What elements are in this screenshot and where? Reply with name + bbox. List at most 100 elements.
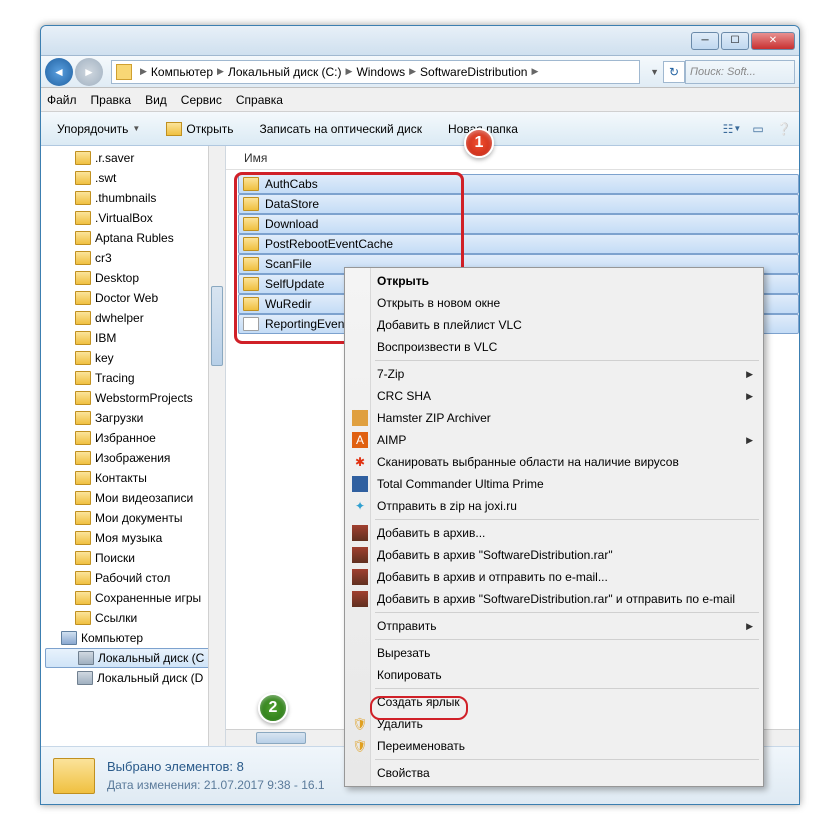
tree-item[interactable]: cr3 bbox=[45, 248, 225, 268]
ctx-open[interactable]: Открыть bbox=[347, 270, 761, 292]
folder-icon bbox=[75, 151, 91, 165]
tree-item[interactable]: Избранное bbox=[45, 428, 225, 448]
tree-item[interactable]: Aptana Rubles bbox=[45, 228, 225, 248]
tree-item-label: Рабочий стол bbox=[95, 571, 170, 585]
preview-pane-button[interactable]: ▭ bbox=[749, 120, 767, 138]
tree-item[interactable]: Мои видеозаписи bbox=[45, 488, 225, 508]
ctx-crc-sha[interactable]: CRC SHA▶ bbox=[347, 385, 761, 407]
winrar-icon bbox=[352, 591, 368, 607]
tree-item[interactable]: .r.saver bbox=[45, 148, 225, 168]
ctx-7zip[interactable]: 7-Zip▶ bbox=[347, 363, 761, 385]
tree-item[interactable]: .VirtualBox bbox=[45, 208, 225, 228]
breadcrumb-sep[interactable]: ▶ bbox=[136, 66, 151, 77]
addr-dropdown[interactable]: ▼ bbox=[650, 67, 659, 77]
tree-item[interactable]: .thumbnails bbox=[45, 188, 225, 208]
menu-tools[interactable]: Сервис bbox=[181, 93, 222, 107]
scrollbar-vertical[interactable] bbox=[208, 146, 225, 746]
tree-computer[interactable]: Компьютер bbox=[45, 628, 225, 648]
tree-item[interactable]: WebstormProjects bbox=[45, 388, 225, 408]
menu-edit[interactable]: Правка bbox=[91, 93, 132, 107]
minimize-button[interactable]: ─ bbox=[691, 32, 719, 50]
annotation-badge-1: 1 bbox=[464, 128, 494, 158]
back-button[interactable]: ◄ bbox=[45, 58, 73, 86]
folder-icon bbox=[243, 237, 259, 251]
ctx-total-commander[interactable]: Total Commander Ultima Prime bbox=[347, 473, 761, 495]
tree-item[interactable]: Рабочий стол bbox=[45, 568, 225, 588]
breadcrumb-windows[interactable]: Windows▶ bbox=[356, 65, 420, 79]
organize-button[interactable]: Упорядочить▼ bbox=[47, 119, 150, 139]
tree-item[interactable]: key bbox=[45, 348, 225, 368]
ctx-vlc-playlist[interactable]: Добавить в плейлист VLC bbox=[347, 314, 761, 336]
tree-item[interactable]: Мои документы bbox=[45, 508, 225, 528]
menu-file[interactable]: Файл bbox=[47, 93, 77, 107]
scroll-thumb[interactable] bbox=[256, 732, 306, 744]
tree-item[interactable]: Контакты bbox=[45, 468, 225, 488]
scroll-thumb[interactable] bbox=[211, 286, 223, 366]
ctx-rename[interactable]: 🛡Переименовать bbox=[347, 735, 761, 757]
tree-item[interactable]: Поиски bbox=[45, 548, 225, 568]
maximize-button[interactable]: ☐ bbox=[721, 32, 749, 50]
search-input[interactable]: Поиск: Soft... bbox=[685, 60, 795, 84]
close-button[interactable]: ✕ bbox=[751, 32, 795, 50]
menu-view[interactable]: Вид bbox=[145, 93, 167, 107]
breadcrumb-computer[interactable]: Компьютер▶ bbox=[151, 65, 228, 79]
tree-item[interactable]: dwhelper bbox=[45, 308, 225, 328]
titlebar: ─ ☐ ✕ bbox=[41, 26, 799, 56]
tree-item[interactable]: Изображения bbox=[45, 448, 225, 468]
ctx-rar-email-named[interactable]: Добавить в архив "SoftwareDistribution.r… bbox=[347, 588, 761, 610]
tree-item[interactable]: Doctor Web bbox=[45, 288, 225, 308]
folder-icon bbox=[75, 531, 91, 545]
ctx-rar-email[interactable]: Добавить в архив и отправить по e-mail..… bbox=[347, 566, 761, 588]
breadcrumb-current[interactable]: SoftwareDistribution▶ bbox=[420, 65, 542, 79]
ctx-copy[interactable]: Копировать bbox=[347, 664, 761, 686]
tree-item[interactable]: .swt bbox=[45, 168, 225, 188]
joxi-icon: ✦ bbox=[352, 498, 368, 514]
modified-date: Дата изменения: 21.07.2017 9:38 - 16.1 bbox=[107, 778, 325, 792]
ctx-rar-add-named[interactable]: Добавить в архив "SoftwareDistribution.r… bbox=[347, 544, 761, 566]
ctx-hamster-zip[interactable]: Hamster ZIP Archiver bbox=[347, 407, 761, 429]
forward-button[interactable]: ► bbox=[75, 58, 103, 86]
file-row[interactable]: Download bbox=[238, 214, 799, 234]
tree-item[interactable]: IBM bbox=[45, 328, 225, 348]
file-row[interactable]: PostRebootEventCache bbox=[238, 234, 799, 254]
ctx-properties[interactable]: Свойства bbox=[347, 762, 761, 784]
ctx-open-new-window[interactable]: Открыть в новом окне bbox=[347, 292, 761, 314]
tree-item[interactable]: Моя музыка bbox=[45, 528, 225, 548]
column-header[interactable]: Имя bbox=[226, 146, 799, 170]
ctx-delete[interactable]: 🛡Удалить bbox=[347, 713, 761, 735]
refresh-button[interactable]: ↻ bbox=[663, 61, 685, 83]
tree-item-label: .r.saver bbox=[95, 151, 134, 165]
ctx-joxi[interactable]: ✦Отправить в zip на joxi.ru bbox=[347, 495, 761, 517]
tree-item[interactable]: Ссылки bbox=[45, 608, 225, 628]
view-mode-button[interactable]: ☷ ▼ bbox=[723, 120, 741, 138]
tree-drive[interactable]: Локальный диск (D bbox=[45, 668, 225, 688]
file-row[interactable]: AuthCabs bbox=[238, 174, 799, 194]
file-row[interactable]: DataStore bbox=[238, 194, 799, 214]
tree-item[interactable]: Загрузки bbox=[45, 408, 225, 428]
tree-item[interactable]: Desktop bbox=[45, 268, 225, 288]
folder-icon bbox=[75, 451, 91, 465]
tree-drive[interactable]: Локальный диск (C bbox=[45, 648, 225, 668]
breadcrumb-drive[interactable]: Локальный диск (C:)▶ bbox=[228, 65, 356, 79]
open-button[interactable]: Открыть bbox=[156, 119, 243, 139]
tree-item[interactable]: Сохраненные игры bbox=[45, 588, 225, 608]
ctx-vlc-play[interactable]: Воспроизвести в VLC bbox=[347, 336, 761, 358]
address-bar[interactable]: ▶ Компьютер▶ Локальный диск (C:)▶ Window… bbox=[111, 60, 640, 84]
folder-icon bbox=[75, 471, 91, 485]
tree-item[interactable]: Tracing bbox=[45, 368, 225, 388]
ctx-scan-virus[interactable]: ✱Сканировать выбранные области на наличи… bbox=[347, 451, 761, 473]
toolbar: Упорядочить▼ Открыть Записать на оптичес… bbox=[41, 112, 799, 146]
tree-item-label: Desktop bbox=[95, 271, 139, 285]
tree-item-label: Контакты bbox=[95, 471, 147, 485]
help-button[interactable]: ❔ bbox=[775, 120, 793, 138]
ctx-rar-add[interactable]: Добавить в архив... bbox=[347, 522, 761, 544]
tree-item-label: Мои видеозаписи bbox=[95, 491, 193, 505]
ctx-send-to[interactable]: Отправить▶ bbox=[347, 615, 761, 637]
ctx-create-shortcut[interactable]: Создать ярлык bbox=[347, 691, 761, 713]
ctx-aimp[interactable]: AAIMP▶ bbox=[347, 429, 761, 451]
menu-help[interactable]: Справка bbox=[236, 93, 283, 107]
burn-button[interactable]: Записать на оптический диск bbox=[249, 119, 432, 139]
ctx-cut[interactable]: Вырезать bbox=[347, 642, 761, 664]
folder-icon bbox=[75, 591, 91, 605]
tree-item-label: Локальный диск (D bbox=[97, 671, 203, 685]
